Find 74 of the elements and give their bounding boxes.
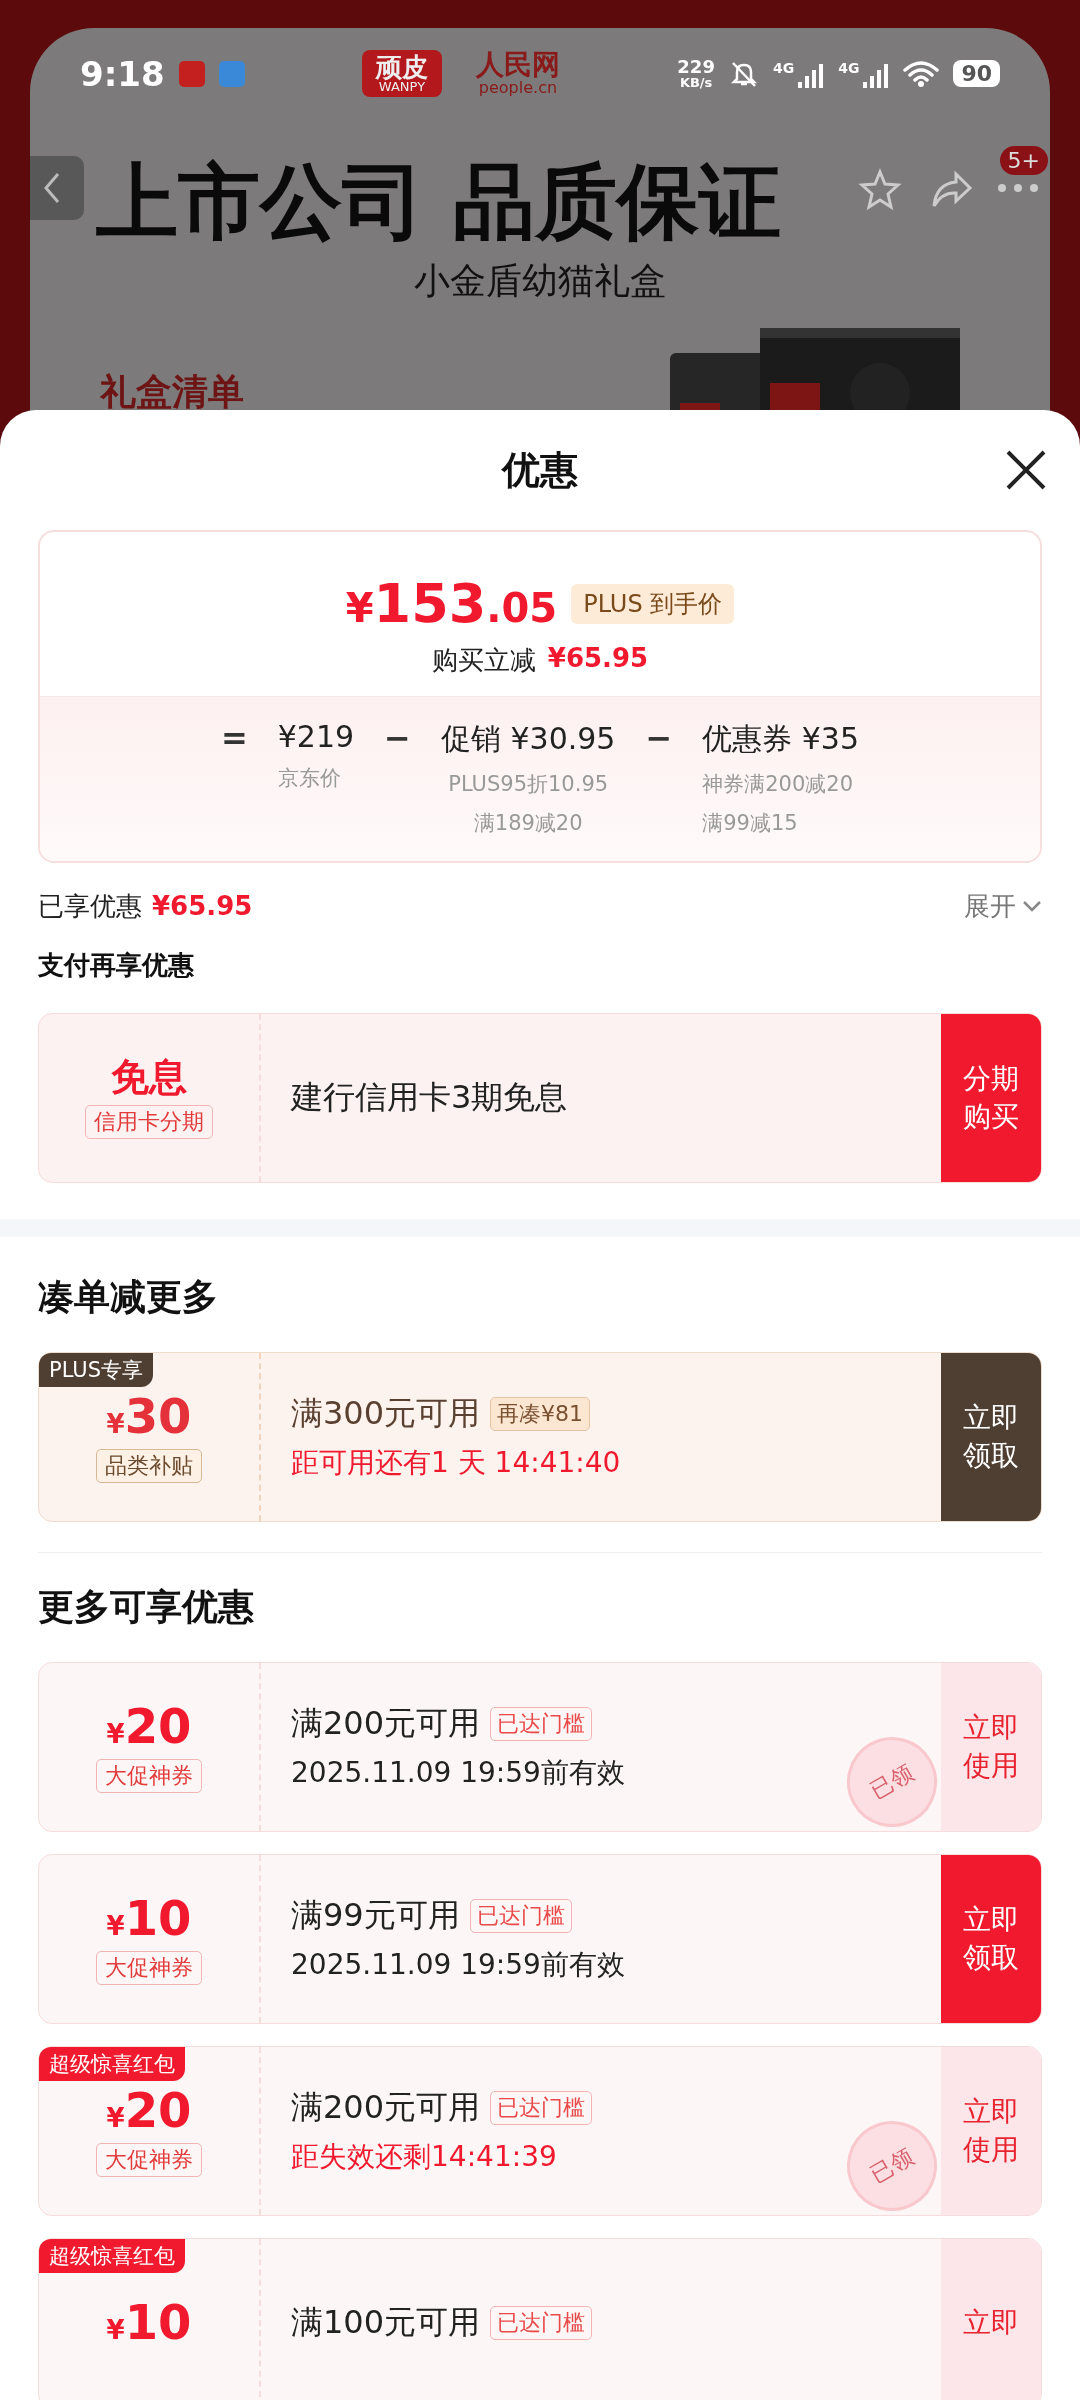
breakdown-value: ¥219 [277, 719, 355, 754]
expand-toggle[interactable]: 展开 [964, 888, 1042, 924]
coupon-condition: 满200元可用 [291, 1702, 481, 1744]
coupon-amount: ¥20 [106, 1700, 192, 1754]
validity-text: 2025.11.09 19:59前有效 [291, 1946, 625, 1983]
status-time: 9:18 [80, 53, 165, 94]
coupon-corner-tag: PLUS专享 [39, 1352, 154, 1387]
breakdown-note: 满99减15 [702, 810, 798, 838]
countdown-text: 距失效还剩14:41:39 [291, 2138, 557, 2175]
operator-sign: − [384, 719, 411, 759]
back-button[interactable] [30, 156, 84, 220]
coupon-condition: 满100元可用 [291, 2301, 481, 2343]
network-type: 4G [838, 59, 860, 76]
coupon-corner-tag: 超级惊喜红包 [39, 2046, 185, 2081]
coupon-amount: ¥10 [106, 1892, 192, 1946]
chevron-down-icon [1022, 899, 1042, 914]
coupon-amount: ¥20 [106, 2084, 192, 2138]
coupon-type-tag: 大促神券 [96, 2143, 202, 2178]
coupon-type-tag: 大促神券 [96, 1759, 202, 1794]
offer-tag: 信用卡分期 [85, 1104, 213, 1139]
coupon-type-tag: 大促神券 [96, 1951, 202, 1986]
partner-logo: 人民网 people.cn [475, 50, 560, 97]
offer-title: 免息 [111, 1056, 187, 1099]
threshold-badge: 已达门槛 [469, 1898, 572, 1933]
coupon-amount: ¥10 [106, 2296, 192, 2350]
discount-value: ¥65.95 [547, 643, 649, 675]
claim-button[interactable]: 立即领取 [941, 1352, 1041, 1521]
coupon-button[interactable]: 立即使用 [941, 1662, 1041, 1831]
breakdown-note: 京东价 [277, 765, 341, 792]
coupon-button[interactable]: 立即使用 [941, 2046, 1041, 2215]
section-label: 礼盒清单 [100, 370, 244, 414]
breakdown-note: 神券满200减20 [702, 771, 854, 798]
breakdown-note: PLUS95折10.95 [448, 771, 609, 798]
section-title: 支付再享优惠 [38, 948, 195, 982]
network-speed: 229 KB/s [677, 58, 715, 89]
breakdown-value: 优惠券 ¥35 [702, 720, 860, 758]
price-tag: PLUS 到手价 [571, 583, 735, 624]
product-subtitle: 小金盾幼猫礼盒 [413, 259, 667, 303]
threshold-badge: 已达门槛 [490, 2090, 593, 2125]
battery-level: 90 [953, 60, 1000, 87]
count-badge: 5+ [999, 146, 1048, 175]
coupon-button[interactable]: 立即 [941, 2238, 1041, 2400]
add-more-badge: 再凑¥81 [490, 1396, 591, 1431]
discount-label: 购买立减 [431, 644, 536, 677]
star-icon[interactable] [858, 168, 902, 212]
section-title: 凑单减更多 [38, 1274, 219, 1319]
coupon-button[interactable]: 立即领取 [941, 1854, 1041, 2023]
breakdown-note: 满189减20 [473, 810, 583, 838]
network-type: 4G [772, 59, 795, 76]
coupon-type-tag: 品类补贴 [96, 1449, 202, 1484]
final-price: ¥153.05 [345, 572, 558, 635]
offer-text: 建行信用卡3期免息 [291, 1076, 569, 1118]
coupon-amount: ¥30 [106, 1390, 192, 1444]
coupon-condition: 满300元可用 [291, 1392, 481, 1434]
coupon-condition: 满99元可用 [291, 1894, 460, 1936]
app-icon [178, 60, 205, 87]
headline-text: 上市公司 品质保证 [96, 161, 781, 243]
wifi-icon [903, 59, 940, 88]
sheet-title: 优惠 [502, 446, 578, 494]
threshold-badge: 已达门槛 [490, 1706, 593, 1741]
installment-button[interactable]: 分期购买 [941, 1013, 1041, 1182]
enjoyed-label: 已享优惠 [38, 889, 142, 923]
brand-logo: 顽皮 WANPY [361, 50, 442, 97]
coupon-condition: 满200元可用 [291, 2086, 481, 2128]
operator-sign: = [220, 719, 248, 759]
section-title: 更多可享优惠 [38, 1584, 255, 1629]
app-icon [218, 60, 245, 87]
threshold-badge: 已达门槛 [490, 2305, 593, 2340]
operator-sign: − [645, 719, 673, 759]
breakdown-value: 促销 ¥30.95 [440, 720, 616, 758]
countdown-text: 距可用还有1 天 14:41:40 [291, 1444, 621, 1481]
validity-text: 2025.11.09 19:59前有效 [291, 1754, 625, 1791]
enjoyed-amount: ¥65.95 [152, 891, 253, 922]
coupon-corner-tag: 超级惊喜红包 [39, 2238, 185, 2273]
